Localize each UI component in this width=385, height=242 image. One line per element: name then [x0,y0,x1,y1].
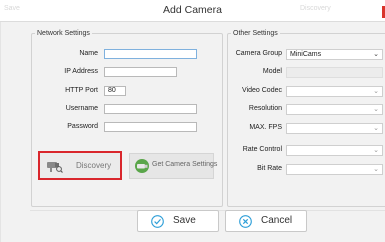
resolution-select[interactable]: ⌄ [286,104,383,115]
x-circle-icon [239,215,252,228]
network-settings-legend: Network Settings [37,30,90,37]
model-field [286,67,383,78]
http-port-input[interactable] [104,86,126,96]
chevron-down-icon: ⌄ [373,166,379,173]
camera-group-select[interactable]: MiniCams ⌄ [286,49,383,60]
camera-group-label: Camera Group [235,50,282,57]
get-camera-settings-button[interactable]: Get Camera Settings [129,153,218,179]
name-input[interactable] [104,49,197,59]
get-camera-settings-label: Get Camera Settings [152,161,218,168]
username-label: Username [65,105,98,112]
password-input[interactable] [104,122,197,132]
max-fps-label: MAX. FPS [249,124,282,131]
chevron-down-icon: ⌄ [373,147,379,154]
bit-rate-select[interactable]: ⌄ [286,164,383,175]
video-codec-select[interactable]: ⌄ [286,86,383,97]
camera-group-value: MiniCams [290,51,322,58]
title-bar: Save Add Camera Discovery [0,0,385,22]
chevron-down-icon: ⌄ [373,125,379,132]
discovery-button[interactable]: Discovery [38,151,122,180]
discovery-label: Discovery [76,161,112,170]
name-label: Name [79,50,98,57]
save-button[interactable]: Save [137,210,219,232]
video-codec-label: Video Codec [242,87,282,94]
ip-address-input[interactable] [104,67,177,77]
cancel-button[interactable]: Cancel [225,210,307,232]
other-settings-legend: Other Settings [233,30,278,37]
left-divider [0,22,1,242]
camera-search-icon [47,162,63,173]
max-fps-select[interactable]: ⌄ [286,123,383,134]
save-label: Save [173,215,196,226]
username-input[interactable] [104,104,197,114]
rate-control-label: Rate Control [242,146,282,153]
cancel-label: Cancel [261,215,293,226]
password-label: Password [67,123,98,130]
rate-control-select[interactable]: ⌄ [286,145,383,156]
resolution-label: Resolution [248,105,282,112]
camera-settings-icon [135,159,149,173]
chevron-down-icon: ⌄ [373,106,379,113]
chevron-down-icon: ⌄ [373,88,379,95]
check-circle-icon [151,215,164,228]
ghost-text-right: Discovery [300,5,331,12]
ip-address-label: IP Address [64,68,98,75]
add-camera-dialog: Save Add Camera Discovery Network Settin… [0,0,385,242]
chevron-down-icon: ⌄ [373,51,379,58]
bit-rate-label: Bit Rate [257,165,282,172]
model-label: Model [262,68,282,75]
http-port-label: HTTP Port [65,87,98,94]
